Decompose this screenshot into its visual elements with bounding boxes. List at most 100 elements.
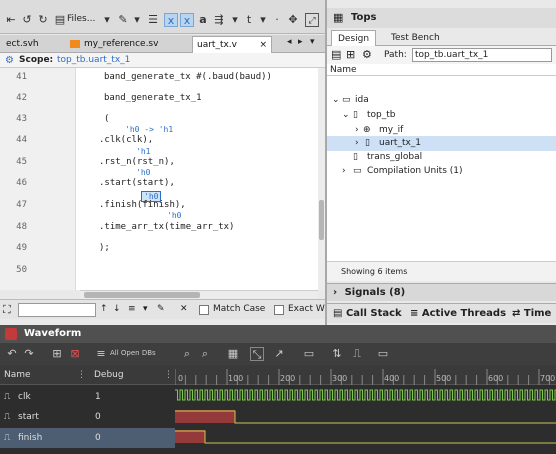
folder-icon: ▭ — [353, 166, 362, 176]
edge-icon[interactable]: ⎍ — [350, 347, 364, 361]
tree-item-top-tb[interactable]: ⌄ ▯ top_tb — [327, 108, 556, 123]
dropdown-icon[interactable]: ▾ — [228, 13, 242, 27]
find-whole-icon[interactable]: x — [180, 13, 194, 27]
signal-row-clk[interactable]: ⎍ clk 1 — [0, 387, 175, 407]
undo-icon[interactable]: ↺ — [20, 13, 34, 27]
search-next-icon[interactable]: ⌕ — [198, 347, 212, 361]
bus-icon[interactable]: ▭ — [376, 347, 390, 361]
redo-icon[interactable]: ↷ — [22, 347, 36, 361]
hierarchy-icon[interactable]: ⚙ — [362, 48, 372, 61]
tree-item-uart-tx-1[interactable]: › ▯ uart_tx_1 — [327, 136, 556, 151]
find-options-icon[interactable]: ▾ — [143, 304, 148, 314]
name-column-header[interactable]: Name — [4, 370, 31, 380]
debug-tab-bar: ▤ Call Stack ≡ Active Threads ⇄ Time — [327, 303, 556, 323]
tree-item-compilation-units[interactable]: › ▭ Compilation Units (1) — [327, 164, 556, 179]
tab-scroll-right-icon[interactable]: ▸ — [298, 37, 303, 47]
tab-time[interactable]: ⇄ Time — [512, 304, 551, 324]
column-options-icon[interactable]: ⋮ — [164, 370, 173, 380]
expand-icon[interactable]: › — [342, 164, 346, 179]
redo-icon[interactable]: ↻ — [36, 13, 50, 27]
signals-panel-header[interactable]: › Signals (8) — [327, 283, 556, 301]
list-view-icon[interactable]: ▤ — [331, 48, 341, 61]
type-icon[interactable]: t — [242, 13, 256, 27]
find-prev-icon[interactable]: ↑ — [100, 304, 108, 314]
tree-label: uart_tx_1 — [379, 138, 422, 148]
navigate-back-icon[interactable]: ⇤ — [4, 13, 18, 27]
tab-test-bench[interactable]: Test Bench — [385, 30, 446, 46]
signal-name: clk — [18, 392, 31, 402]
code-line-current: .finish(finish), — [99, 200, 186, 210]
db-select[interactable]: All Open DBs — [110, 349, 156, 357]
close-icon[interactable]: × — [259, 37, 267, 54]
zoom-fit-icon[interactable]: ⤡ — [250, 347, 264, 361]
files-menu[interactable]: Files... — [67, 14, 95, 24]
expand-icon[interactable]: › — [355, 136, 359, 151]
export-icon[interactable]: ↗ — [272, 347, 286, 361]
move-icon[interactable]: ✥ — [286, 13, 300, 27]
tab-call-stack[interactable]: ▤ Call Stack — [333, 304, 402, 324]
dropdown-icon[interactable]: ▾ — [256, 13, 270, 27]
debug-column-header[interactable]: Debug — [94, 370, 124, 380]
calculator-icon[interactable]: ▦ — [226, 347, 240, 361]
find-clear-icon[interactable]: ✕ — [180, 304, 188, 314]
highlight-icon[interactable]: ✎ — [157, 304, 165, 314]
path-input[interactable]: top_tb.uart_tx_1 — [412, 48, 552, 62]
signal-icon: ⎍ — [4, 433, 11, 443]
exact-word-checkbox[interactable] — [274, 305, 284, 315]
maximize-icon[interactable]: ⤢ — [305, 13, 319, 27]
tab-design[interactable]: Design — [331, 30, 377, 46]
open-file-icon[interactable]: ▤ — [54, 13, 66, 27]
tab-uart-tx[interactable]: uart_tx.v × — [192, 36, 272, 53]
signal-name: finish — [18, 433, 43, 443]
dropdown-icon[interactable]: ▾ — [130, 13, 144, 27]
tab-scroll-left-icon[interactable]: ◂ — [287, 37, 292, 47]
comment-icon[interactable]: ☰ — [146, 13, 160, 27]
find-input[interactable] — [18, 303, 96, 317]
find-regex-icon[interactable]: x — [164, 13, 178, 27]
find-all-icon[interactable]: ≡ — [128, 304, 136, 314]
tab-active-threads[interactable]: ≡ Active Threads — [410, 304, 506, 324]
editor-toolbar: ⇤ ↺ ↻ ▤ Files... ▾ ✎ ▾ ☰ x x a ⇶ ▾ t ▾ ·… — [0, 0, 325, 34]
collapse-icon[interactable]: ⌄ — [342, 108, 350, 123]
collapse-icon[interactable]: ⌄ — [332, 93, 340, 108]
scroll-thumb[interactable] — [319, 200, 324, 240]
undo-icon[interactable]: ↶ — [5, 347, 19, 361]
add-signal-icon[interactable]: ⊞ — [50, 347, 64, 361]
expand-icon[interactable]: › — [333, 287, 337, 298]
scope-link[interactable]: top_tb.uart_tx_1 — [57, 53, 130, 68]
comment-icon[interactable]: ▭ — [302, 347, 316, 361]
edit-pencil-icon[interactable]: ✎ — [116, 13, 130, 27]
find-next-icon[interactable]: ↓ — [113, 304, 121, 314]
code-line: ( — [104, 114, 110, 124]
signal-row-finish[interactable]: ⎍ finish 0 — [0, 428, 175, 448]
waveform-canvas[interactable] — [175, 385, 556, 454]
match-case-checkbox[interactable] — [199, 305, 209, 315]
editor-horizontal-scrollbar[interactable] — [80, 290, 318, 299]
remove-signal-icon[interactable]: ⊠ — [68, 347, 82, 361]
column-options-icon[interactable]: ⋮ — [77, 370, 86, 380]
code-editor[interactable]: 41 42 43 44 45 46 47 48 49 50 band_gener… — [0, 68, 318, 290]
font-icon[interactable]: a — [196, 13, 210, 27]
sort-icon[interactable]: ⇅ — [330, 347, 344, 361]
search-icon[interactable]: ⌕ — [180, 347, 194, 361]
signal-row-start[interactable]: ⎍ start 0 — [0, 407, 175, 427]
more-icon[interactable]: · — [270, 13, 284, 27]
tab-ect-svh[interactable]: ect.svh — [2, 36, 43, 53]
tree-item-trans-global[interactable]: ▯ trans_global — [327, 150, 556, 165]
module-icon: ▯ — [353, 152, 358, 162]
tree-label: ida — [355, 95, 369, 105]
tab-list-icon[interactable]: ▾ — [310, 37, 315, 47]
signal-value: 0 — [95, 412, 101, 422]
wrap-icon[interactable]: ⇶ — [212, 13, 226, 27]
tab-my-reference[interactable]: my_reference.sv — [66, 36, 162, 53]
editor-vertical-scrollbar[interactable] — [318, 68, 325, 290]
code-line: band_generate_tx_1 — [104, 93, 202, 103]
waveform-title: Waveform — [24, 328, 82, 339]
code-line: .time_arr_tx(time_arr_tx) — [99, 222, 235, 232]
database-icon[interactable]: ≡ — [94, 347, 108, 361]
dropdown-icon[interactable]: ▾ — [100, 13, 114, 27]
tree-view-icon[interactable]: ⊞ — [346, 48, 355, 61]
signal-value: 1 — [95, 392, 101, 402]
tree-item-ida[interactable]: ⌄ ▭ ida — [327, 93, 556, 108]
scroll-thumb[interactable] — [84, 292, 200, 298]
